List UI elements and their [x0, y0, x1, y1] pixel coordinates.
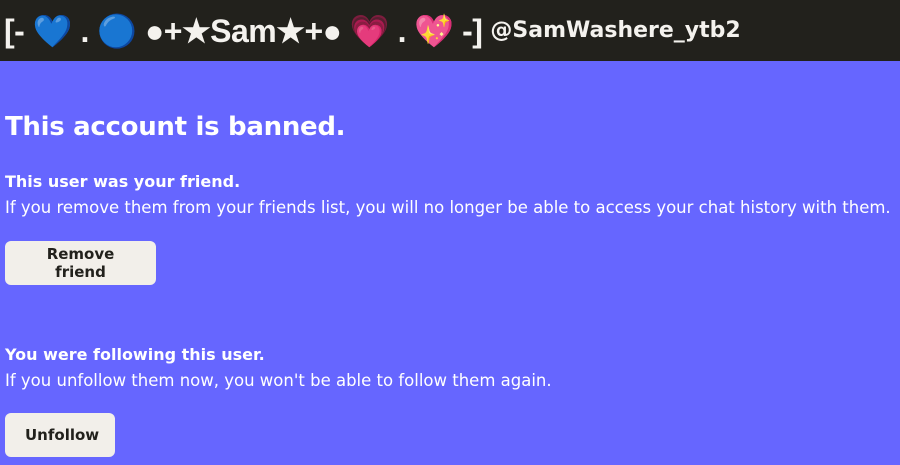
display-name: [- 💙 . 🔵 ●+★Sam★+● 💗 . 💖 -]	[4, 12, 483, 49]
friend-section-heading: This user was your friend.	[5, 172, 241, 191]
follow-section-text: If you unfollow them now, you won't be a…	[5, 371, 552, 390]
page-title: This account is banned.	[5, 112, 346, 142]
remove-friend-button[interactable]: Remove friend	[5, 241, 156, 285]
username: @SamWashere_ytb2	[490, 18, 741, 43]
follow-section-heading: You were following this user.	[5, 345, 265, 364]
unfollow-button[interactable]: Unfollow	[5, 413, 115, 457]
profile-header: [- 💙 . 🔵 ●+★Sam★+● 💗 . 💖 -] @SamWashere_…	[0, 0, 900, 61]
friend-section-text: If you remove them from your friends lis…	[5, 198, 891, 217]
